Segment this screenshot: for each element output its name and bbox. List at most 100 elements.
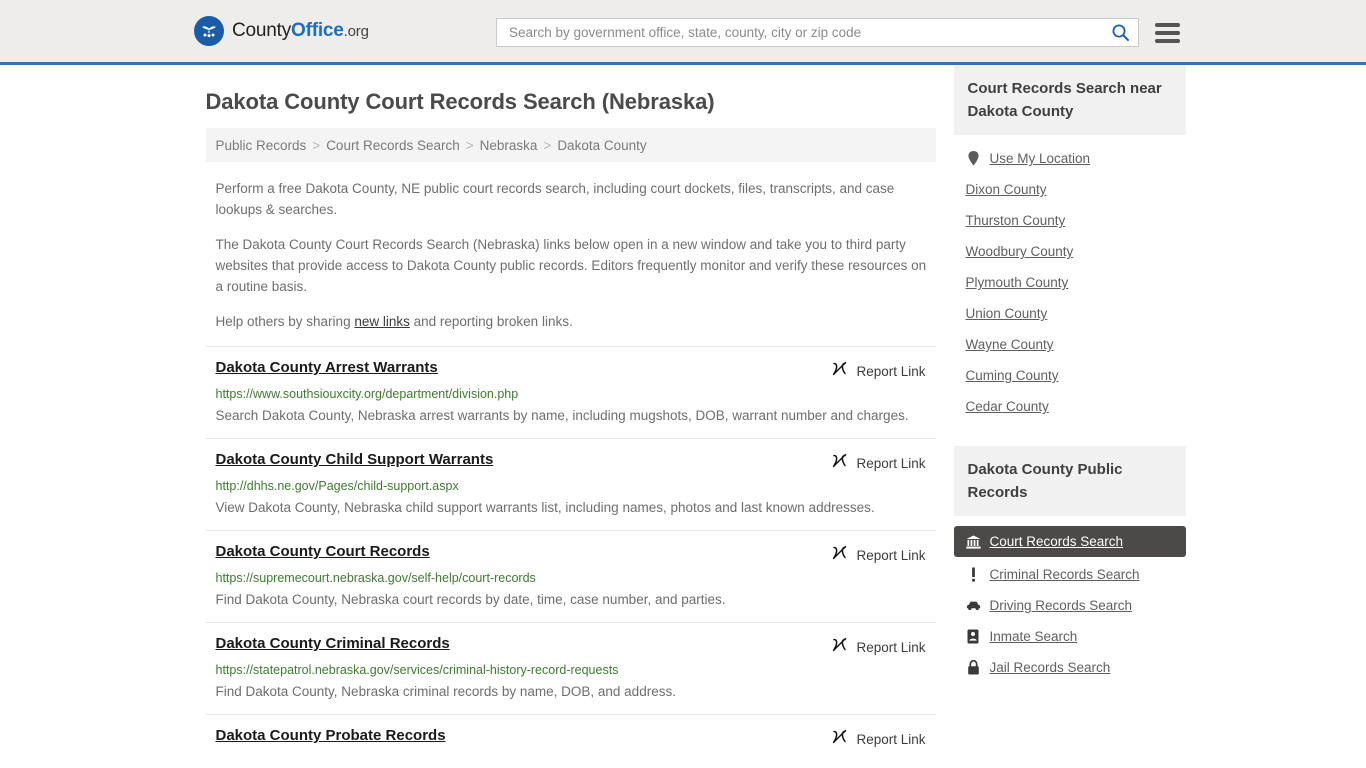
breadcrumb-separator: > [312,137,321,153]
intro-paragraph-1: Perform a free Dakota County, NE public … [215,181,895,217]
sidebar-item-union-county[interactable]: Union County [954,298,1186,329]
sidebar-item-cedar-county[interactable]: Cedar County [954,391,1186,422]
sidebar-item-driving-records-search[interactable]: Driving Records Search [954,590,1186,621]
site-logo[interactable]: CountyOffice.org [194,0,369,62]
sidebar-item-court-records-search[interactable]: Court Records Search [953,526,1186,557]
result-item: Dakota County Probate Records Report Lin… [205,714,936,760]
hamburger-menu-icon[interactable] [1155,22,1180,43]
inmate-search-link[interactable]: Inmate Search [990,629,1078,644]
use-my-location-link[interactable]: Use My Location [990,151,1091,166]
search-icon[interactable] [1111,23,1130,42]
id-card-icon [966,629,981,644]
result-header-row: Dakota County Court Records Report Link [216,543,926,566]
breadcrumb-item-public-records[interactable]: Public Records [216,138,307,153]
report-link-button[interactable]: Report Link [831,543,926,566]
report-link-label: Report Link [856,363,926,379]
sidebar-item-thurston-county[interactable]: Thurston County [954,205,1186,236]
sidebar-item-criminal-records-search[interactable]: Criminal Records Search [954,559,1186,590]
result-item: Dakota County Child Support Warrants Rep… [205,438,936,530]
page-body: Dakota County Court Records Search (Nebr… [0,65,1366,760]
sidebar-item-woodbury-county[interactable]: Woodbury County [954,236,1186,267]
result-title-link[interactable]: Dakota County Criminal Records [216,635,450,653]
county-link[interactable]: Cedar County [966,399,1049,414]
court-records-search-link[interactable]: Court Records Search [990,534,1124,549]
lock-icon [966,660,981,675]
intro-text: Perform a free Dakota County, NE public … [206,178,936,332]
result-item: Dakota County Criminal Records Report Li… [205,622,936,714]
result-url: https://supremecourt.nebraska.gov/self-h… [215,571,536,585]
courthouse-icon [965,535,981,549]
sidebar-item-jail-records-search[interactable]: Jail Records Search [954,652,1186,683]
nearby-county-list: Use My Location Dixon County Thurston Co… [954,135,1186,422]
new-links-link[interactable]: new links [354,314,410,329]
driving-records-search-link[interactable]: Driving Records Search [990,598,1133,613]
report-link-button[interactable]: Report Link [831,359,926,382]
result-description: View Dakota County, Nebraska child suppo… [215,500,875,515]
hamburger-bar [1155,30,1180,35]
county-link[interactable]: Thurston County [966,213,1066,228]
search-input[interactable] [507,24,1111,41]
county-link[interactable]: Plymouth County [966,275,1069,290]
result-title-link[interactable]: Dakota County Child Support Warrants [216,451,494,469]
county-link[interactable]: Cuming County [966,368,1059,383]
public-records-list: Court Records Search Criminal Records Se… [953,516,1186,683]
result-item: Dakota County Court Records Report Link … [205,530,936,622]
result-description: Find Dakota County, Nebraska criminal re… [215,684,676,699]
county-link[interactable]: Woodbury County [966,244,1074,259]
logo-text-org: .org [343,23,369,40]
public-records-heading: Dakota County Public Records [953,446,1186,516]
report-link-button[interactable]: Report Link [831,727,926,750]
sidebar-item-dixon-county[interactable]: Dixon County [954,174,1186,205]
report-link-button[interactable]: Report Link [831,635,926,658]
exclamation-icon [966,567,981,582]
broken-link-icon [831,728,848,750]
search-box[interactable] [496,18,1139,47]
breadcrumb-item-dakota-county[interactable]: Dakota County [557,138,646,153]
intro-paragraph-3: Help others by sharing new links and rep… [206,311,936,332]
report-link-label: Report Link [856,455,926,471]
result-url: https://www.southsiouxcity.org/departmen… [215,387,519,401]
breadcrumb-separator: > [543,137,552,153]
broken-link-icon [831,360,848,382]
broken-link-icon [831,544,848,566]
breadcrumb-item-nebraska[interactable]: Nebraska [480,138,538,153]
report-link-label: Report Link [856,731,926,747]
county-link[interactable]: Union County [966,306,1048,321]
sidebar-item-plymouth-county[interactable]: Plymouth County [954,267,1186,298]
intro-paragraph-2: The Dakota County Court Records Search (… [215,237,927,294]
logo-text-county: County [232,20,292,41]
county-link[interactable]: Dixon County [966,182,1047,197]
content-container: Dakota County Court Records Search (Nebr… [196,65,1186,760]
criminal-records-search-link[interactable]: Criminal Records Search [990,567,1140,582]
sidebar-item-cuming-county[interactable]: Cuming County [954,360,1186,391]
nearby-panel-heading: Court Records Search near Dakota County [953,65,1186,135]
report-link-label: Report Link [856,547,926,563]
sidebar-item-inmate-search[interactable]: Inmate Search [954,621,1186,652]
sidebar-item-use-my-location[interactable]: Use My Location [954,143,1186,174]
breadcrumb-item-court-records-search[interactable]: Court Records Search [326,138,460,153]
hamburger-bar [1155,38,1180,43]
sidebar-item-wayne-county[interactable]: Wayne County [954,329,1186,360]
result-item: Dakota County Arrest Warrants Report Lin… [205,346,936,438]
result-header-row: Dakota County Probate Records Report Lin… [216,727,926,750]
sidebar: Court Records Search near Dakota County … [953,65,1186,760]
result-header-row: Dakota County Arrest Warrants Report Lin… [216,359,926,382]
site-logo-text: CountyOffice.org [232,20,369,42]
result-title-link[interactable]: Dakota County Arrest Warrants [216,359,438,377]
header-search-area [496,18,1180,47]
logo-text-office: Office [291,20,344,41]
broken-link-icon [831,636,848,658]
map-pin-icon [966,151,981,166]
result-title-link[interactable]: Dakota County Court Records [216,543,430,561]
result-description: Search Dakota County, Nebraska arrest wa… [215,408,909,423]
result-header-row: Dakota County Criminal Records Report Li… [216,635,926,658]
eagle-shield-icon [194,16,224,46]
county-link[interactable]: Wayne County [966,337,1054,352]
report-link-button[interactable]: Report Link [831,451,926,474]
hamburger-bar [1155,22,1180,27]
result-url: https://statepatrol.nebraska.gov/service… [215,663,619,677]
jail-records-search-link[interactable]: Jail Records Search [990,660,1111,675]
site-header: CountyOffice.org [0,0,1366,65]
result-header-row: Dakota County Child Support Warrants Rep… [216,451,926,474]
result-title-link[interactable]: Dakota County Probate Records [216,727,446,745]
